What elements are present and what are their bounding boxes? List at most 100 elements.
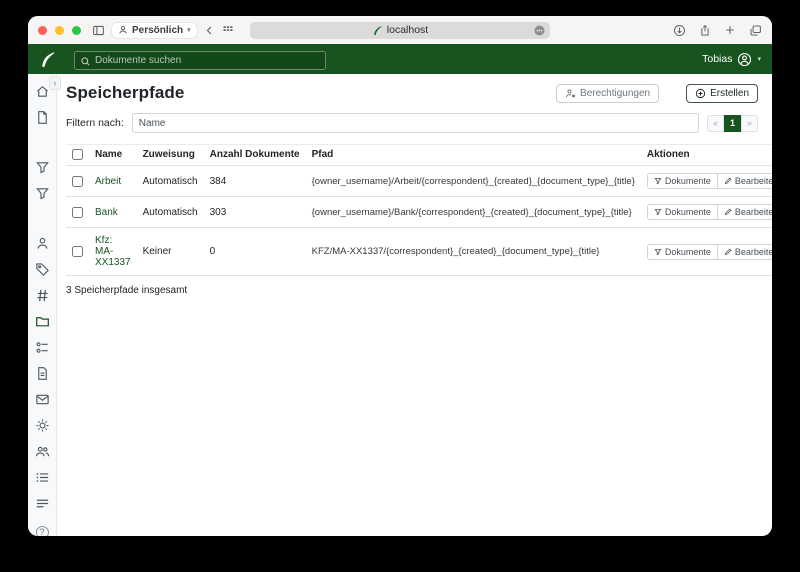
column-header-aktionen: Aktionen [641,145,772,166]
show-tabs-icon[interactable] [749,24,762,37]
tab-overview-icon[interactable] [222,24,234,36]
select-all-checkbox[interactable] [72,149,83,160]
create-button[interactable]: Erstellen [686,84,758,103]
minimize-window-button[interactable] [55,26,64,35]
sidebar-expand-button[interactable]: › [49,76,61,90]
pagination-prev-button[interactable]: « [707,115,724,132]
sidebar-item-custom-fields[interactable] [35,340,50,355]
header-actions: Berechtigungen Erstellen [556,84,758,103]
plus-circle-icon [695,88,706,99]
users-groups-icon[interactable] [35,444,50,459]
row-checkbox[interactable] [72,207,83,218]
page-menu-icon[interactable] [533,24,546,40]
edit-button-label: Bearbeiten [735,207,772,217]
column-header-pfad[interactable]: Pfad [306,145,641,166]
column-header-anzahl[interactable]: Anzahl Dokumente [204,145,306,166]
filter-label: Filtern nach: [66,117,124,129]
permissions-button[interactable]: Berechtigungen [556,84,659,103]
sidebar-item-mail[interactable] [35,392,50,407]
row-checkbox[interactable] [72,176,83,187]
filter-funnel-icon [654,177,662,185]
sidebar-item-dashboard[interactable] [35,84,50,99]
documents-button[interactable]: Dokumente [647,244,718,260]
storage-path-link[interactable]: Arbeit [95,176,121,187]
search-icon [80,54,91,72]
document-search [74,50,326,69]
window-controls [38,26,81,35]
main-area: ? › Speicherpfade Berechtigungen [28,74,772,536]
column-header-zuweisung[interactable]: Zuweisung [137,145,204,166]
pagination-next-button[interactable]: » [741,115,758,132]
storage-path-link[interactable]: Bank [95,207,118,218]
back-icon[interactable] [204,24,215,37]
sidebar-item-saved-view-2[interactable] [35,186,50,201]
count-cell: 384 [204,166,306,197]
address-bar[interactable]: localhost [250,22,550,39]
avatar-icon [737,52,752,67]
edit-button[interactable]: Bearbeiten [717,244,772,260]
documents-button[interactable]: Dokumente [647,204,718,220]
share-icon[interactable] [699,24,711,37]
chevron-down-icon: ▾ [757,56,761,63]
path-cell: {owner_username}/Arbeit/{correspondent}_… [306,166,641,197]
storage-paths-table: Name Zuweisung Anzahl Dokumente Pfad Akt… [66,144,772,276]
filter-funnel-icon [654,248,662,256]
app-navbar: Tobias ▾ [28,44,772,74]
edit-button[interactable]: Bearbeiten [717,173,772,189]
sidebar-item-storage-paths[interactable] [35,314,50,329]
tasks-icon[interactable] [35,496,50,511]
table-row: Bank Automatisch 303 {owner_username}/Ba… [66,197,772,228]
site-favicon [372,25,383,36]
column-header-name[interactable]: Name [89,145,137,166]
create-button-label: Erstellen [710,88,749,99]
profile-label: Persönlich [132,25,183,36]
sidebar-item-tags[interactable] [35,262,50,277]
sidebar-item-document-types[interactable] [35,288,50,303]
search-input[interactable] [74,51,326,70]
pencil-icon [724,208,732,216]
storage-path-link[interactable]: Kfz: MA-XX1337 [95,235,131,268]
permissions-icon [565,88,576,99]
app-sidebar: ? [28,74,57,536]
downloads-icon[interactable] [673,24,686,37]
assignment-cell: Automatisch [137,166,204,197]
new-tab-icon[interactable] [724,24,736,36]
documents-button[interactable]: Dokumente [647,173,718,189]
row-actions: Dokumente Bearbeiten Löschen [647,204,772,220]
zoom-window-button[interactable] [72,26,81,35]
sidebar-item-documents[interactable] [35,110,50,125]
total-count-text: 3 Speicherpfade insgesamt [66,285,758,296]
address-text: localhost [387,24,428,36]
pagination-page-1[interactable]: 1 [724,115,741,132]
toolbar-right-actions [673,24,762,37]
paperless-logo-icon[interactable] [39,51,56,68]
close-window-button[interactable] [38,26,47,35]
table-row: Arbeit Automatisch 384 {owner_username}/… [66,166,772,197]
user-menu[interactable]: Tobias ▾ [702,52,761,67]
row-actions: Dokumente Bearbeiten Löschen [647,244,772,260]
filter-funnel-icon [654,208,662,216]
edit-button[interactable]: Bearbeiten [717,204,772,220]
name-filter-input[interactable] [132,113,699,133]
browser-toolbar: Persönlich ▾ localhost [28,16,772,44]
help-icon[interactable]: ? [36,526,49,536]
person-icon [118,25,128,35]
permissions-button-label: Berechtigungen [580,88,650,99]
count-cell: 303 [204,197,306,228]
sidebar-toggle-icon[interactable] [92,24,105,37]
sidebar-item-workflows[interactable] [35,366,50,381]
logs-icon[interactable] [35,470,50,485]
sidebar-item-saved-view-1[interactable] [35,160,50,175]
username-label: Tobias [702,53,732,65]
documents-button-label: Dokumente [665,247,711,257]
page-title: Speicherpfade [66,83,184,103]
settings-icon[interactable] [35,418,50,433]
sidebar-bottom-group: ? [35,418,50,536]
filter-row: Filtern nach: « 1 » [66,113,758,133]
profile-button[interactable]: Persönlich ▾ [112,23,197,38]
row-checkbox[interactable] [72,246,83,257]
sidebar-item-correspondents[interactable] [35,236,50,251]
pencil-icon [724,248,732,256]
edit-button-label: Bearbeiten [735,176,772,186]
pagination: « 1 » [707,115,758,132]
